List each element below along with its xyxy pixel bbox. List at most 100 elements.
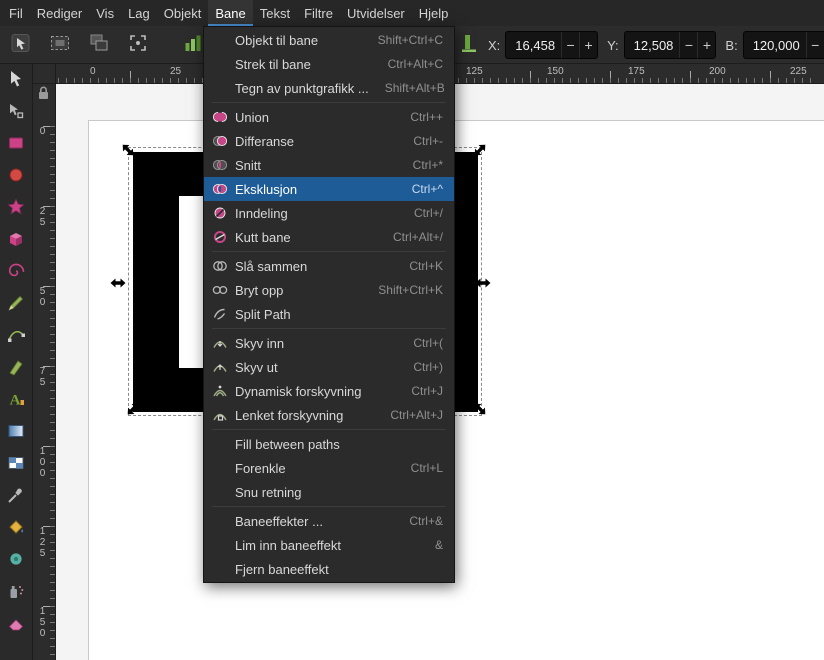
menu-item-eksklusjon[interactable]: EksklusjonCtrl+^	[204, 177, 454, 201]
difference-icon	[211, 133, 228, 150]
menubar-item-filtre[interactable]: Filtre	[297, 0, 340, 26]
scale-handle-middle-left[interactable]	[110, 275, 126, 291]
h-ruler-label: 225	[790, 66, 807, 77]
width-decrement-button[interactable]: −	[806, 32, 824, 58]
menu-item-lenket-forskyvning[interactable]: Lenket forskyvning Ctrl+Alt+J	[204, 403, 454, 427]
menu-item-label: Lenket forskyvning	[235, 408, 374, 423]
box-3d-tool-icon	[7, 230, 25, 253]
menu-item-kutt-bane[interactable]: Kutt bane Ctrl+Alt+/	[204, 225, 454, 249]
dropper-tool[interactable]	[3, 487, 29, 508]
menu-item-strek-til-bane[interactable]: Strek til baneCtrl+Alt+C	[204, 52, 454, 76]
menu-item-baneeffekter[interactable]: Baneeffekter ...Ctrl+&	[204, 509, 454, 533]
menu-item-icon-placeholder	[211, 460, 228, 477]
menu-item-label: Kutt bane	[235, 230, 377, 245]
eraser-tool[interactable]	[3, 615, 29, 636]
x-input[interactable]: 16,458 − +	[505, 31, 598, 59]
y-increment-button[interactable]: +	[697, 32, 715, 58]
spiral-tool-icon	[7, 262, 25, 285]
menu-item-label: Strek til bane	[235, 57, 372, 72]
menu-item-split-path[interactable]: Split Path	[204, 302, 454, 326]
pencil-tool[interactable]	[3, 295, 29, 316]
menu-item-bryt-opp[interactable]: Bryt oppShift+Ctrl+K	[204, 278, 454, 302]
menu-item-union[interactable]: UnionCtrl++	[204, 105, 454, 129]
selection-border-button[interactable]	[123, 30, 153, 60]
menu-item-icon-placeholder	[211, 80, 228, 97]
menu-item-tegn-av-punktgrafikk[interactable]: Tegn av punktgrafikk ...Shift+Alt+B	[204, 76, 454, 100]
menu-item-skyv-ut[interactable]: Skyv utCtrl+)	[204, 355, 454, 379]
menu-item-inndeling[interactable]: InndelingCtrl+/	[204, 201, 454, 225]
text-tool[interactable]: A	[3, 391, 29, 412]
menu-item-label: Eksklusjon	[235, 182, 396, 197]
box-3d-tool[interactable]	[3, 231, 29, 252]
menubar-item-vis[interactable]: Vis	[89, 0, 121, 26]
h-ruler-label: 0	[90, 66, 96, 77]
menu-item-label: Snitt	[235, 158, 397, 173]
menu-separator	[212, 506, 446, 507]
menubar-item-tekst[interactable]: Tekst	[253, 0, 297, 26]
menubar-item-utvidelser[interactable]: Utvidelser	[340, 0, 412, 26]
guide-lock-icon[interactable]	[36, 85, 51, 106]
menubar-item-rediger[interactable]: Rediger	[30, 0, 90, 26]
menubar-item-objekt[interactable]: Objekt	[157, 0, 209, 26]
x-label: X:	[488, 38, 500, 53]
scale-handle-middle-right[interactable]	[475, 275, 491, 291]
menu-item-snitt[interactable]: SnittCtrl+*	[204, 153, 454, 177]
selector-tool[interactable]	[3, 71, 29, 92]
select-all-icon	[49, 32, 71, 59]
selector-tool-icon	[7, 70, 25, 93]
v-ruler-label: 0	[37, 126, 47, 137]
menu-item-lim-inn-baneeffekt[interactable]: Lim inn baneeffekt&	[204, 533, 454, 557]
selection-settings-button[interactable]	[6, 30, 36, 60]
svg-text:A: A	[10, 393, 21, 409]
menu-item-label: Forenkle	[235, 461, 395, 476]
y-decrement-button[interactable]: −	[679, 32, 697, 58]
path-menu: Objekt til baneShift+Ctrl+CStrek til ban…	[203, 26, 455, 583]
menubar-item-lag[interactable]: Lag	[121, 0, 157, 26]
menu-item-objekt-til-bane[interactable]: Objekt til baneShift+Ctrl+C	[204, 28, 454, 52]
spray-tool[interactable]	[3, 583, 29, 604]
menu-item-sl-sammen[interactable]: Slå sammenCtrl+K	[204, 254, 454, 278]
x-increment-button[interactable]: +	[579, 32, 597, 58]
width-label: B:	[725, 38, 737, 53]
menu-item-forenkle[interactable]: ForenkleCtrl+L	[204, 456, 454, 480]
menu-item-fjern-baneeffekt[interactable]: Fjern baneeffekt	[204, 557, 454, 581]
select-same-button[interactable]	[84, 30, 114, 60]
menubar-item-fil[interactable]: Fil	[2, 0, 30, 26]
menu-item-differanse[interactable]: DifferanseCtrl+-	[204, 129, 454, 153]
menu-item-shortcut: Ctrl++	[410, 110, 443, 124]
menu-item-label: Skyv ut	[235, 360, 397, 375]
node-editor-tool[interactable]	[3, 103, 29, 124]
bezier-pen-tool[interactable]	[3, 327, 29, 348]
menu-item-label: Bryt opp	[235, 283, 362, 298]
gradient-tool[interactable]	[3, 423, 29, 444]
paint-bucket-tool[interactable]	[3, 519, 29, 540]
lower-to-bottom-button[interactable]	[454, 30, 484, 60]
v-ruler-label: 125	[37, 526, 47, 559]
y-input[interactable]: 12,508 − +	[624, 31, 717, 59]
h-ruler-label: 175	[628, 66, 645, 77]
mesh-gradient-tool[interactable]	[3, 455, 29, 476]
tweak-tool[interactable]	[3, 551, 29, 572]
menu-item-shortcut: Ctrl+Alt+J	[390, 408, 443, 422]
menu-item-snu-retning[interactable]: Snu retning	[204, 480, 454, 504]
ellipse-tool[interactable]	[3, 167, 29, 188]
menubar-item-hjelp[interactable]: Hjelp	[412, 0, 456, 26]
menubar-item-bane[interactable]: Bane	[208, 0, 252, 26]
rectangle-tool[interactable]	[3, 135, 29, 156]
ruler-corner	[33, 64, 56, 84]
menu-item-dynamisk-forskyvning[interactable]: Dynamisk forskyvningCtrl+J	[204, 379, 454, 403]
calligraphy-tool[interactable]	[3, 359, 29, 380]
width-input[interactable]: 120,000 − +	[743, 31, 824, 59]
spiral-tool[interactable]	[3, 263, 29, 284]
select-all-button[interactable]	[45, 30, 75, 60]
menu-item-shortcut: Ctrl+Alt+/	[393, 230, 443, 244]
star-tool[interactable]	[3, 199, 29, 220]
width-field-group: B: 120,000 − +	[725, 31, 824, 59]
x-decrement-button[interactable]: −	[561, 32, 579, 58]
h-ruler-label: 150	[547, 66, 564, 77]
menu-item-label: Fill between paths	[235, 437, 427, 452]
menu-item-fill-between-paths[interactable]: Fill between paths	[204, 432, 454, 456]
pencil-tool-icon	[7, 294, 25, 317]
vertical-ruler[interactable]: 0255075100125150	[33, 84, 56, 660]
menu-item-skyv-inn[interactable]: Skyv innCtrl+(	[204, 331, 454, 355]
